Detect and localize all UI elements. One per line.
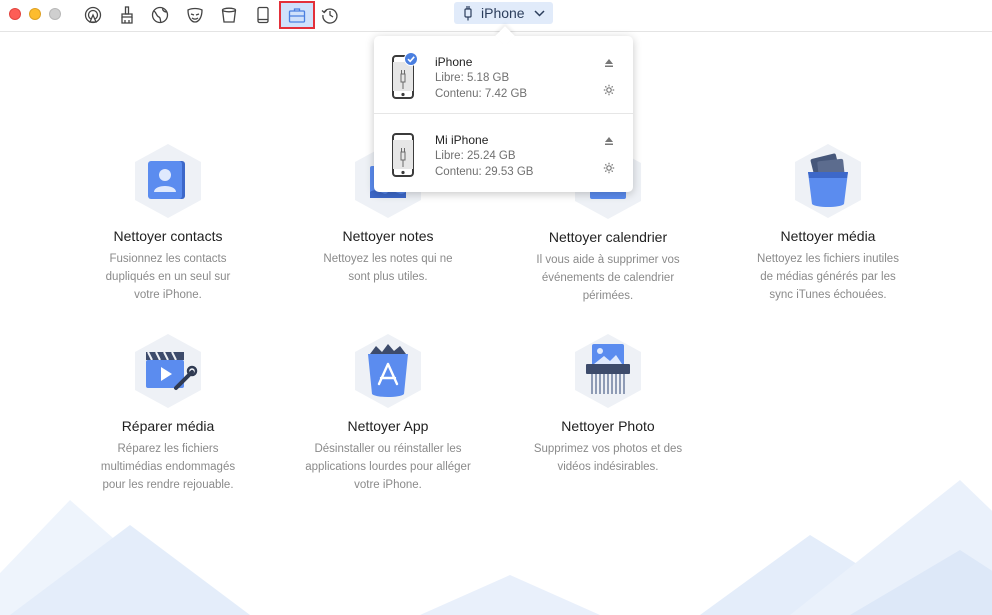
repair-media-icon bbox=[135, 334, 201, 408]
tablet-icon[interactable] bbox=[250, 3, 276, 27]
trash-bin-icon[interactable] bbox=[216, 3, 242, 27]
gear-icon[interactable] bbox=[603, 162, 615, 174]
brush-icon[interactable] bbox=[114, 3, 140, 27]
gear-icon[interactable] bbox=[603, 84, 615, 96]
feature-desc: Réparez les fichiers multimédias endommag… bbox=[100, 443, 236, 491]
feature-title: Nettoyer calendrier bbox=[548, 229, 668, 245]
phone-cable-icon bbox=[464, 6, 472, 21]
device-free: Libre: 5.18 GB bbox=[435, 72, 510, 84]
media-bin-icon bbox=[795, 144, 861, 218]
device-popover: iPhone Libre: 5.18 GB Contenu: 7.42 GB M… bbox=[374, 36, 633, 192]
history-icon[interactable] bbox=[317, 3, 343, 27]
chevron-down-icon bbox=[534, 9, 545, 17]
eject-icon[interactable] bbox=[604, 58, 614, 68]
toolbox-icon[interactable] bbox=[279, 1, 315, 29]
feature-desc: Nettoyez les notes qui ne sont plus utile… bbox=[323, 253, 453, 283]
phone-icon bbox=[392, 133, 414, 177]
device-name: iPhone bbox=[435, 55, 473, 69]
feature-title: Nettoyer notes bbox=[342, 228, 434, 244]
device-selector-label: iPhone bbox=[481, 5, 525, 21]
device-row[interactable]: Mi iPhone Libre: 25.24 GB Contenu: 29.53… bbox=[374, 114, 633, 192]
close-window-button[interactable] bbox=[9, 8, 21, 20]
eject-icon[interactable] bbox=[604, 136, 614, 146]
device-info: iPhone Libre: 5.18 GB Contenu: 7.42 GB bbox=[435, 54, 527, 102]
minimize-window-button[interactable] bbox=[29, 8, 41, 20]
feature-title: Nettoyer App bbox=[347, 418, 429, 434]
device-row[interactable]: iPhone Libre: 5.18 GB Contenu: 7.42 GB bbox=[374, 36, 633, 114]
device-info: Mi iPhone Libre: 25.24 GB Contenu: 29.53… bbox=[435, 132, 533, 180]
app-bin-icon bbox=[355, 334, 421, 408]
contacts-icon bbox=[135, 144, 201, 218]
device-selector[interactable]: iPhone bbox=[454, 2, 553, 24]
photo-shredder-icon bbox=[575, 334, 641, 408]
feature-desc: Supprimez vos photos et des vidéos indési… bbox=[533, 443, 683, 473]
background-mountains bbox=[0, 480, 992, 615]
zoom-window-button[interactable] bbox=[49, 8, 61, 20]
feature-title: Nettoyer Photo bbox=[561, 418, 655, 434]
globe-icon[interactable] bbox=[147, 3, 173, 27]
device-content: Contenu: 29.53 GB bbox=[435, 166, 534, 178]
feature-desc: Nettoyez les fichiers inutiles de médias … bbox=[757, 253, 899, 301]
mask-icon[interactable] bbox=[182, 3, 208, 27]
feature-title: Nettoyer contacts bbox=[113, 228, 223, 244]
feature-desc: Il vous aide à supprimer vos événements d… bbox=[536, 254, 680, 302]
toolbar: iPhone bbox=[0, 0, 992, 32]
selected-check-icon bbox=[404, 52, 418, 66]
feature-desc: Désinstaller ou réinstaller les applicati… bbox=[305, 443, 471, 491]
feature-title: Réparer média bbox=[121, 418, 215, 434]
device-free: Libre: 25.24 GB bbox=[435, 150, 516, 162]
airplay-icon[interactable] bbox=[80, 3, 106, 27]
device-content: Contenu: 7.42 GB bbox=[435, 88, 528, 100]
device-name: Mi iPhone bbox=[435, 133, 489, 147]
feature-desc: Fusionnez les contacts dupliqués en un se… bbox=[105, 253, 231, 301]
feature-title: Nettoyer média bbox=[780, 228, 876, 244]
